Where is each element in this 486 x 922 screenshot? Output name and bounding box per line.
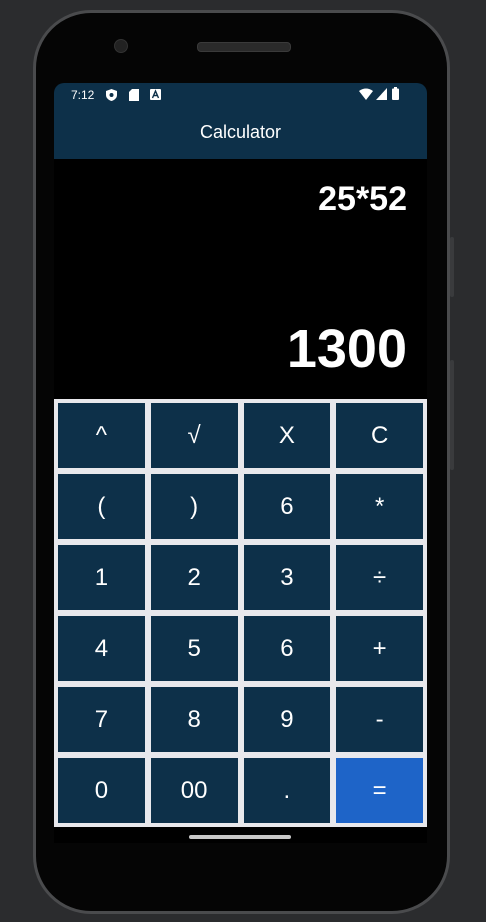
- digit-5-key[interactable]: 5: [150, 616, 238, 681]
- digit-9-key[interactable]: 9: [243, 687, 331, 752]
- digit-6-key-top[interactable]: 6: [243, 474, 331, 539]
- plus-key[interactable]: +: [336, 616, 423, 681]
- close-paren-key[interactable]: ): [150, 474, 238, 539]
- battery-icon: [392, 87, 399, 103]
- earpiece-speaker: [197, 42, 291, 52]
- digit-8-key[interactable]: 8: [150, 687, 238, 752]
- shield-icon: [106, 89, 117, 104]
- decimal-key[interactable]: .: [243, 758, 331, 823]
- digit-0-key[interactable]: 0: [58, 758, 145, 823]
- digit-4-key[interactable]: 4: [58, 616, 145, 681]
- open-paren-key[interactable]: (: [58, 474, 145, 539]
- signal-icon: [376, 88, 387, 103]
- power-button: [450, 237, 454, 297]
- multiply-key[interactable]: *: [336, 474, 423, 539]
- double-zero-key[interactable]: 00: [150, 758, 238, 823]
- equals-key[interactable]: =: [336, 758, 423, 823]
- clear-key[interactable]: C: [336, 403, 423, 468]
- app-title: Calculator: [199, 122, 282, 142]
- sqrt-key[interactable]: √: [150, 403, 238, 468]
- power-key[interactable]: ^: [58, 403, 145, 468]
- expression-display: 25*52: [318, 180, 407, 218]
- digit-6-key[interactable]: 6: [243, 616, 331, 681]
- digit-7-key[interactable]: 7: [58, 687, 145, 752]
- digit-3-key[interactable]: 3: [243, 545, 331, 610]
- volume-rocker: [450, 360, 454, 470]
- home-gesture-bar[interactable]: [189, 835, 291, 839]
- app-bar: Calculator: [54, 106, 427, 159]
- divide-key[interactable]: ÷: [336, 545, 423, 610]
- result-display: 1300: [286, 319, 407, 379]
- phone-screen: 7:12 Calculator 25*52 1300 ^ √ X C () 6…: [54, 83, 427, 843]
- digit-2-key[interactable]: 2: [150, 545, 238, 610]
- wifi-icon: [359, 88, 373, 103]
- digit-1-key[interactable]: 1: [58, 545, 145, 610]
- minus-key[interactable]: -: [336, 687, 423, 752]
- status-time: 7:12: [71, 88, 95, 102]
- backspace-key[interactable]: X: [243, 403, 331, 468]
- keypad: ^ √ X C() 6 * 1 2 3 ÷ 4 5 6 +7 8 9-0 00. =: [54, 399, 427, 827]
- status-bar: 7:12: [54, 83, 427, 106]
- front-camera: [114, 39, 128, 53]
- sd-card-icon: [129, 89, 139, 104]
- a-icon: [150, 89, 161, 103]
